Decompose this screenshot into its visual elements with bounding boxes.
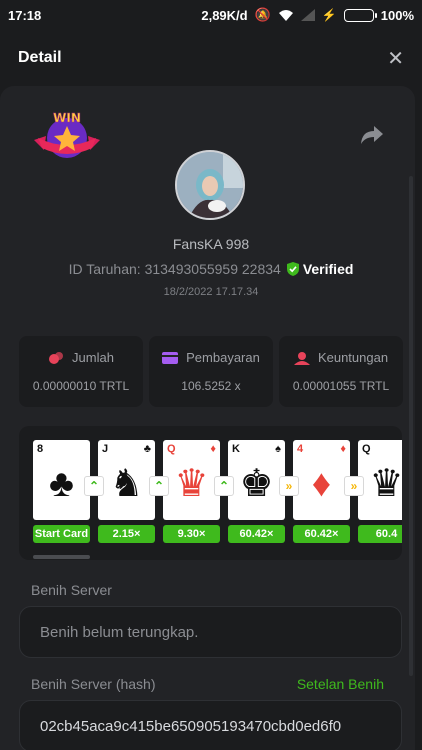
verified-badge: Verified xyxy=(286,261,354,277)
playing-card: J ♣ ♞ xyxy=(98,440,155,520)
skip-arrow-icon: » xyxy=(279,476,299,496)
avatar-image xyxy=(177,152,243,218)
card-item: 4 ♦ ♦ 60.42× xyxy=(293,440,350,543)
shield-check-icon xyxy=(286,262,299,276)
server-seed-label: Benih Server xyxy=(31,582,112,598)
card-icon xyxy=(162,351,179,364)
spade-icon: ♠ xyxy=(275,443,281,455)
higher-arrow-icon: ⌃ xyxy=(214,476,234,496)
card-item: Q ♦ ♛ 9.30× xyxy=(163,440,220,543)
card-item: K ♠ ♚ 60.42× xyxy=(228,440,285,543)
battery-percent: 100% xyxy=(380,7,414,23)
higher-arrow-icon: ⌃ xyxy=(149,476,169,496)
bet-id: ID Taruhan: 313493055959 22834 xyxy=(68,261,281,277)
charging-icon: ⚡ xyxy=(321,8,337,22)
share-icon[interactable] xyxy=(360,124,384,146)
card-multiplier: 2.15× xyxy=(98,525,155,543)
playing-card: Q ♦ ♛ xyxy=(163,440,220,520)
stat-jumlah: Jumlah 0.00000010 TRTL xyxy=(19,336,143,407)
detail-panel: WIN FansKA 998 ID Taruhan: 313493055959 … xyxy=(0,86,415,750)
mute-icon: 🔕 xyxy=(254,7,271,22)
page-title: Detail xyxy=(18,49,62,66)
card-multiplier: 60.4 xyxy=(358,525,402,543)
wifi-icon xyxy=(278,9,293,21)
cards-scrollbar[interactable] xyxy=(33,555,90,559)
queen-figure-icon: ♛ xyxy=(369,463,402,505)
club-icon: ♣ xyxy=(49,463,74,505)
card-rank: 8 xyxy=(37,443,44,455)
svg-text:WIN: WIN xyxy=(53,111,81,125)
network-speed: 2,89K/d xyxy=(201,7,248,23)
queen-figure-icon: ♛ xyxy=(174,463,209,505)
username: FansKA 998 xyxy=(172,236,250,252)
playing-card: 8 ♣ xyxy=(33,440,90,520)
bet-date: 18/2/2022 17.17.34 xyxy=(163,286,259,298)
club-icon: ♣ xyxy=(143,443,151,455)
header: Detail ✕ xyxy=(0,30,422,86)
playing-card: 4 ♦ ♦ xyxy=(293,440,350,520)
playing-card: K ♠ ♚ xyxy=(228,440,285,520)
diamond-icon: ♦ xyxy=(311,463,332,505)
diamond-icon: ♦ xyxy=(210,443,216,455)
stat-label: Keuntungan xyxy=(317,350,389,365)
card-multiplier: Start Card xyxy=(33,525,90,543)
profit-icon xyxy=(293,351,310,365)
higher-arrow-icon: ⌃ xyxy=(84,476,104,496)
server-seed-field[interactable]: Benih belum terungkap. xyxy=(19,606,402,658)
playing-card: Q ♠ ♛ xyxy=(358,440,402,520)
stat-pembayaran: Pembayaran 106.5252 x xyxy=(149,336,273,407)
card-rank: K xyxy=(232,443,240,455)
win-badge-icon: WIN xyxy=(34,111,100,158)
server-hash-field[interactable]: 02cb45aca9c415be650905193470cbd0ed6f0 xyxy=(19,700,402,750)
seed-settings-link[interactable]: Setelan Benih xyxy=(297,676,384,692)
card-rank: Q xyxy=(362,443,371,455)
bet-id-row: ID Taruhan: 313493055959 22834 Verified xyxy=(0,261,415,277)
jack-figure-icon: ♞ xyxy=(109,463,144,505)
status-bar: 17:18 2,89K/d 🔕 ⚡ 100% xyxy=(0,0,422,30)
diamond-icon: ♦ xyxy=(340,443,346,455)
stat-value: 0.00001055 TRTL xyxy=(292,379,390,393)
stat-label: Pembayaran xyxy=(186,350,260,365)
stat-label: Jumlah xyxy=(72,350,114,365)
card-rank: 4 xyxy=(297,443,304,455)
card-multiplier: 60.42× xyxy=(228,525,285,543)
battery-icon xyxy=(343,8,377,22)
card-item: J ♣ ♞ 2.15× xyxy=(98,440,155,543)
king-figure-icon: ♚ xyxy=(239,463,274,505)
verified-label: Verified xyxy=(302,261,354,277)
page-scrollbar[interactable] xyxy=(409,176,413,676)
stat-keuntungan: Keuntungan 0.00001055 TRTL xyxy=(279,336,403,407)
card-multiplier: 60.42× xyxy=(293,525,350,543)
card-multiplier: 9.30× xyxy=(163,525,220,543)
cards-history[interactable]: 8 ♣ Start Card J ♣ ♞ 2.15× Q ♦ ♛ 9.30× K… xyxy=(19,426,402,560)
card-item: Q ♠ ♛ 60.4 xyxy=(358,440,402,543)
server-hash-label: Benih Server (hash) xyxy=(31,676,156,692)
card-rank: Q xyxy=(167,443,176,455)
stat-value: 106.5252 x xyxy=(181,379,241,393)
stat-value: 0.00000010 TRTL xyxy=(32,379,130,393)
close-icon[interactable]: ✕ xyxy=(387,46,404,71)
skip-arrow-icon: » xyxy=(344,476,364,496)
card-rank: J xyxy=(102,443,109,455)
stats-row: Jumlah 0.00000010 TRTL Pembayaran 106.52… xyxy=(19,336,403,407)
signal-icon xyxy=(300,9,315,21)
status-time: 17:18 xyxy=(8,7,42,23)
card-item: 8 ♣ Start Card xyxy=(33,440,90,543)
avatar xyxy=(175,150,245,220)
chips-icon xyxy=(49,351,64,364)
